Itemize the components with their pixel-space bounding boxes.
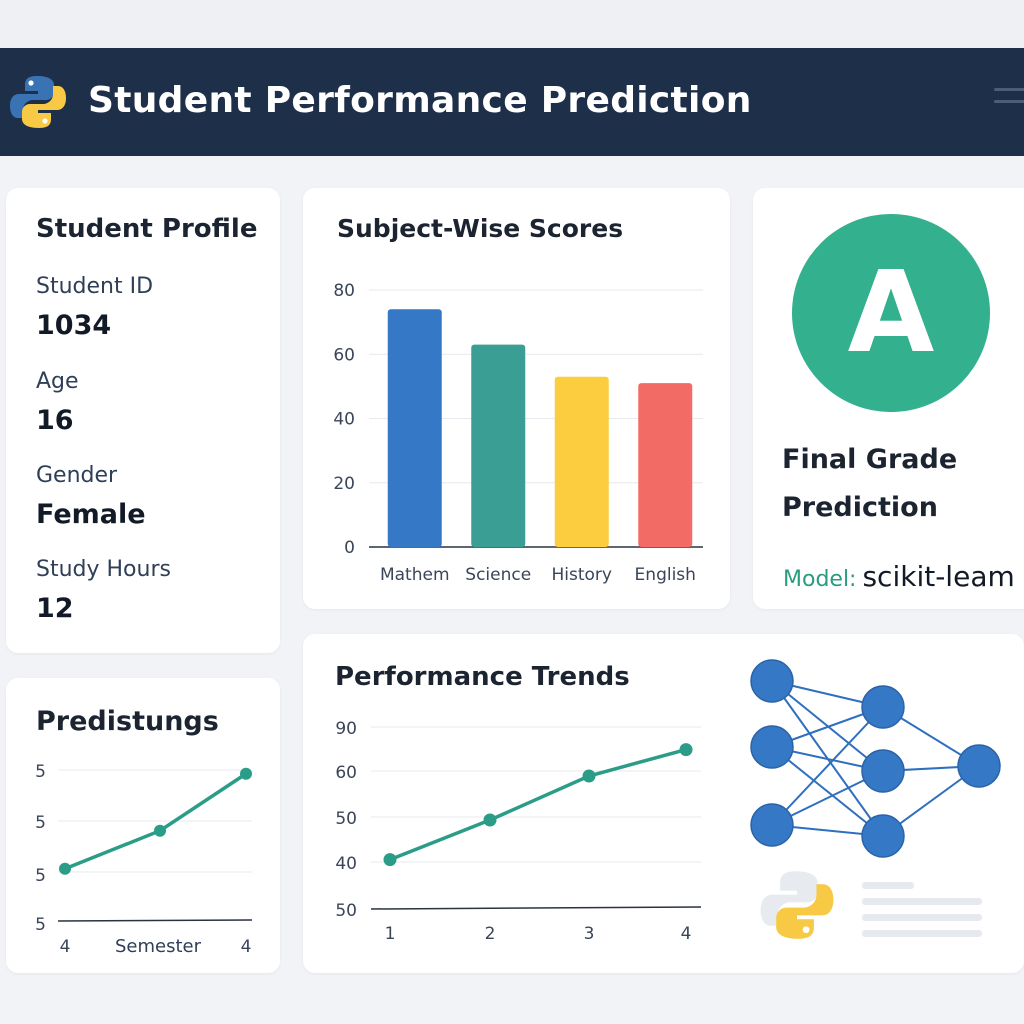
y-tick-label: 80 — [333, 281, 355, 301]
final-grade-label-line1: Final Grade — [782, 444, 958, 475]
x-axis-label: Semester — [115, 936, 202, 957]
x-tick-label: Mathem — [380, 565, 450, 585]
y-tick-label: 60 — [333, 345, 355, 365]
y-tick-label: 90 — [335, 719, 357, 739]
network-node — [750, 803, 794, 847]
x-tick-label: 3 — [584, 924, 595, 944]
x-tick-label: Science — [465, 565, 531, 585]
x-tick-label: English — [635, 565, 696, 585]
grade-letter: A — [847, 248, 935, 378]
series-line — [389, 747, 687, 862]
top-margin — [0, 0, 1024, 48]
python-logo-icon — [10, 76, 66, 128]
study-hours-value: 12 — [36, 593, 74, 624]
gender-label: Gender — [36, 463, 118, 488]
y-tick-label: 40 — [333, 410, 355, 430]
y-tick-label: 5 — [35, 762, 46, 782]
predistungs-chart: 55554 4Semester — [35, 762, 253, 957]
grade-badge: A — [792, 214, 990, 412]
y-tick-label: 5 — [35, 915, 46, 935]
bar — [471, 344, 526, 547]
y-tick-label: 50 — [335, 809, 357, 829]
performance-trends-chart: 50 40 50 60 90 1 2 3 4 — [335, 719, 702, 944]
bar — [387, 309, 442, 547]
y-tick-label: 0 — [344, 538, 355, 558]
gender-value: Female — [36, 499, 146, 530]
network-node — [750, 725, 794, 769]
data-point — [483, 813, 497, 827]
network-node — [861, 685, 905, 729]
x-tick-label: 4 — [681, 924, 692, 944]
bar — [638, 383, 693, 547]
card-title: Student Profile — [36, 214, 258, 244]
student-profile-card: Student Profile Student ID 1034 Age 16 G… — [6, 188, 280, 653]
y-tick-label: 20 — [333, 474, 355, 494]
network-node — [861, 814, 905, 858]
data-point — [240, 767, 252, 780]
x-tick-label: History — [552, 565, 612, 585]
subject-scores-chart: 0 20 40 60 80 Mathem Science History English — [333, 281, 703, 585]
model-value: scikit-leam — [862, 560, 1015, 593]
final-grade-label-line2: Prediction — [782, 492, 938, 523]
y-tick-label: 5 — [35, 813, 46, 833]
student-id-value: 1034 — [36, 310, 112, 341]
x-axis — [370, 906, 702, 910]
data-point — [383, 853, 397, 867]
network-node — [957, 744, 1001, 788]
data-point — [679, 743, 693, 757]
age-label: Age — [36, 369, 79, 394]
student-id-label: Student ID — [36, 274, 154, 299]
bar — [554, 376, 609, 547]
x-axis — [57, 919, 253, 922]
y-tick-label: 50 — [335, 901, 357, 921]
network-node — [861, 749, 905, 793]
data-point — [582, 769, 596, 783]
neural-network-icon — [750, 659, 1001, 858]
model-label: Model: — [783, 567, 857, 592]
placeholder-text-lines — [862, 882, 982, 937]
data-point — [154, 824, 166, 837]
y-tick-label: 40 — [335, 854, 357, 874]
x-tick-label: 2 — [485, 924, 496, 944]
x-tick-label: 1 — [385, 924, 396, 944]
x-tick-label: 4 — [60, 937, 71, 957]
model-info: Model: scikit-leam — [783, 560, 1015, 593]
study-hours-label: Study Hours — [36, 557, 171, 582]
age-value: 16 — [36, 405, 74, 436]
x-tick-label: 4 — [241, 937, 252, 957]
python-logo-icon — [760, 871, 834, 939]
data-point — [59, 862, 71, 875]
hamburger-menu-icon[interactable] — [994, 88, 1024, 112]
y-tick-label: 60 — [335, 763, 357, 783]
y-tick-label: 5 — [35, 866, 46, 886]
network-node — [750, 659, 794, 703]
app-title: Student Performance Prediction — [88, 80, 752, 121]
